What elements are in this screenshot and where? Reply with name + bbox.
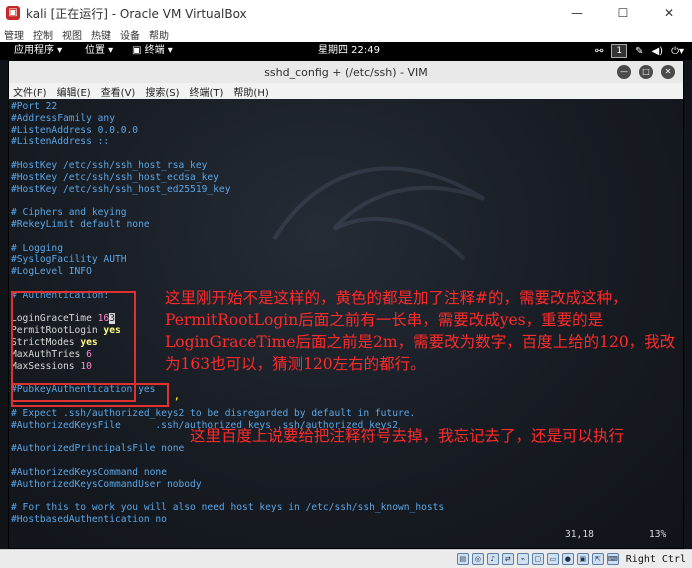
accessibility-icon[interactable]: ✎ xyxy=(635,46,643,57)
window-controls: — ☐ ✕ xyxy=(554,0,692,26)
terminal-menu-search[interactable]: 搜索(S) xyxy=(145,84,179,99)
recording-icon[interactable]: ● xyxy=(561,553,574,565)
terminal-menu-edit[interactable]: 编辑(E) xyxy=(57,84,91,99)
code-line: #AuthorizedKeysCommand none xyxy=(11,466,167,478)
code-line: #SyslogFacility AUTH xyxy=(11,254,127,266)
maximize-button[interactable]: ☐ xyxy=(600,0,646,26)
code-line: #RekeyLimit default none xyxy=(11,219,150,230)
terminal-app-menu[interactable]: ▣ 终端 ▾ xyxy=(132,42,173,60)
window-title: kali [正在运行] - Oracle VM VirtualBox xyxy=(26,6,247,21)
code-line: #HostKey /etc/ssh/ssh_host_ecdsa_key xyxy=(11,171,219,183)
code-line: #ListenAddress :: xyxy=(11,136,110,148)
kali-dragon-watermark-icon xyxy=(272,166,486,261)
code-line: #AuthorizedPrincipalsFile none xyxy=(11,443,185,455)
minimize-button[interactable]: — xyxy=(554,0,600,26)
code-line: #HostKey /etc/ssh/ssh_host_rsa_key xyxy=(11,160,208,171)
code-line: # Logging xyxy=(11,242,63,254)
keyboard-icon[interactable]: ⌨ xyxy=(606,553,619,565)
panel-status-area: ⚯ 1 ✎ ◀) ⏻▾ xyxy=(595,42,684,60)
terminal-menu-file[interactable]: 文件(F) xyxy=(13,84,47,99)
code-line: MaxAuthTries 6 xyxy=(11,349,92,361)
host-key-label: Right Ctrl xyxy=(625,553,686,565)
tick-mark: , xyxy=(174,391,180,402)
annotation-note-1: 这里刚开始不是这样的，黄色的都是加了注释#的，需要改成这种，PermitRoot… xyxy=(165,289,676,373)
menu-devices[interactable]: 设备 xyxy=(120,27,140,42)
menu-hotkey[interactable]: 热键 xyxy=(91,27,111,42)
audio-icon[interactable]: ♪ xyxy=(486,553,499,565)
code-token: yes xyxy=(103,325,121,337)
vbox-title-bar: ▣ kali [正在运行] - Oracle VM VirtualBox — ☐… xyxy=(0,0,692,26)
terminal-title-bar[interactable]: sshd_config + (/etc/ssh) - VIM — □ ✕ xyxy=(9,61,683,83)
terminal-title: sshd_config + (/etc/ssh) - VIM xyxy=(264,65,428,79)
menu-control[interactable]: 控制 xyxy=(33,27,53,42)
code-line: #AddressFamily any xyxy=(11,112,115,124)
gnome-top-panel: 应用程序 ▾ 位置 ▾ ▣ 终端 ▾ 星期四 22:49 ⚯ 1 ✎ ◀) ⏻▾ xyxy=(0,42,692,60)
usb-icon[interactable]: ⌁ xyxy=(516,553,529,565)
terminal-menu-terminal[interactable]: 终端(T) xyxy=(190,84,224,99)
code-line: #Port 22 xyxy=(11,101,58,112)
text-cursor: 3 xyxy=(109,313,115,325)
code-line: PermitRootLogin yes xyxy=(11,325,121,337)
code-line: # Ciphers and keying xyxy=(11,207,127,219)
network-wired-icon[interactable]: ⚯ xyxy=(595,46,603,57)
code-line: # Authentication: xyxy=(11,289,110,301)
terminal-close-button[interactable]: ✕ xyxy=(661,65,675,79)
annotation-note-2: 这里百度上说要给把注释符号去掉，我忘记去了，还是可以执行 xyxy=(190,427,625,445)
power-icon[interactable]: ⏻▾ xyxy=(671,46,684,57)
cpu-icon[interactable]: ▣ xyxy=(576,553,589,565)
menu-manage[interactable]: 管理 xyxy=(4,27,24,42)
code-token: MaxSessions xyxy=(11,360,81,372)
places-menu[interactable]: 位置 ▾ xyxy=(85,42,113,60)
volume-icon[interactable]: ◀) xyxy=(651,46,663,57)
menu-view[interactable]: 视图 xyxy=(62,27,82,42)
guest-display: 应用程序 ▾ 位置 ▾ ▣ 终端 ▾ 星期四 22:49 ⚯ 1 ✎ ◀) ⏻▾… xyxy=(0,42,692,549)
code-token: 16 xyxy=(97,313,110,325)
terminal-window-buttons: — □ ✕ xyxy=(617,65,675,79)
close-button[interactable]: ✕ xyxy=(646,0,692,26)
mouse-integration-icon[interactable]: ⇱ xyxy=(591,553,604,565)
code-line: MaxSessions 10 xyxy=(11,361,92,373)
shared-folder-icon[interactable]: ▢ xyxy=(531,553,544,565)
hdd-icon[interactable]: ▤ xyxy=(456,553,469,565)
code-line: #ListenAddress 0.0.0.0 xyxy=(11,124,139,136)
code-line: StrictModes yes xyxy=(11,337,98,349)
code-token: PermitRootLogin xyxy=(11,325,104,337)
code-token: 6 xyxy=(86,348,92,360)
code-line: #AuthorizedKeysCommandUser nobody xyxy=(11,478,202,490)
vbox-menu-bar: 管理 控制 视图 热键 设备 帮助 xyxy=(0,26,692,42)
optical-icon[interactable]: ◎ xyxy=(471,553,484,565)
network-icon[interactable]: ⇄ xyxy=(501,553,514,565)
vim-cursor-position: 31,18 xyxy=(565,529,594,540)
workspace-indicator[interactable]: 1 xyxy=(611,44,628,58)
vbox-status-bar: ▤ ◎ ♪ ⇄ ⌁ ▢ ▭ ● ▣ ⇱ ⌨ Right Ctrl xyxy=(0,549,692,568)
virtualbox-icon: ▣ xyxy=(6,6,20,20)
terminal-menu-help[interactable]: 帮助(H) xyxy=(233,84,268,99)
terminal-menu-bar: 文件(F) 编辑(E) 查看(V) 搜索(S) 终端(T) 帮助(H) xyxy=(9,83,683,99)
vim-scroll-percent: 13% xyxy=(649,529,667,540)
clock[interactable]: 星期四 22:49 xyxy=(318,42,380,60)
terminal-minimize-button[interactable]: — xyxy=(617,65,631,79)
code-line: # For this to work you will also need ho… xyxy=(11,502,445,514)
applications-menu[interactable]: 应用程序 ▾ xyxy=(14,42,62,60)
code-token: 10 xyxy=(80,360,92,372)
code-line: #LogLevel INFO xyxy=(11,266,92,278)
code-token: StrictModes xyxy=(11,337,81,348)
display-icon[interactable]: ▭ xyxy=(546,553,559,565)
code-token: LoginGraceTime xyxy=(11,313,98,325)
code-line: #HostKey /etc/ssh/ssh_host_ed25519_key xyxy=(11,183,231,195)
code-token: MaxAuthTries xyxy=(11,348,87,360)
code-line: #PubkeyAuthentication yes xyxy=(11,384,156,396)
code-line: # Expect .ssh/authorized_keys2 to be dis… xyxy=(11,407,416,419)
code-token: yes xyxy=(80,337,98,348)
terminal-menu-view[interactable]: 查看(V) xyxy=(101,84,136,99)
terminal-maximize-button[interactable]: □ xyxy=(639,65,653,79)
code-line: LoginGraceTime 163 xyxy=(11,313,115,325)
code-line: #HostbasedAuthentication no xyxy=(11,514,167,525)
menu-help[interactable]: 帮助 xyxy=(149,27,169,42)
